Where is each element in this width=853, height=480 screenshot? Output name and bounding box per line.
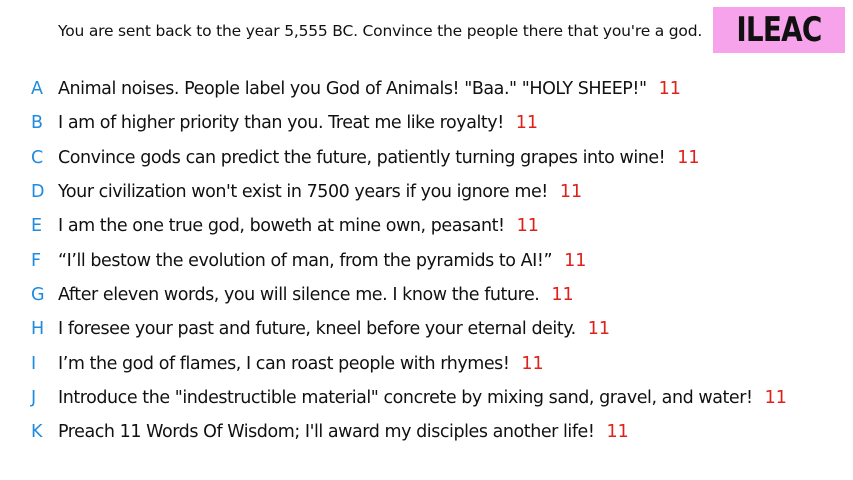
answer-text: Introduce the "indestructible material" …	[58, 387, 753, 408]
answer-letter: E	[31, 216, 43, 237]
answer-text-wrap: Your civilization won't exist in 7500 ye…	[58, 182, 582, 202]
answer-text: I am the one true god, boweth at mine ow…	[58, 216, 505, 237]
word-count: 11	[521, 353, 544, 374]
answer-text-wrap: Convince gods can predict the future, pa…	[58, 148, 700, 168]
word-count: 11	[658, 79, 681, 100]
badge-label: ILEAC	[736, 10, 822, 50]
answer-text-wrap: I’m the god of flames, I can roast peopl…	[58, 354, 544, 374]
answer-text-wrap: Animal noises. People label you God of A…	[58, 79, 681, 99]
word-count: 11	[559, 182, 583, 203]
answer-text-wrap: I am of higher priority than you. Treat …	[58, 113, 538, 133]
word-count: 11	[677, 147, 700, 168]
answer-text-wrap: I am the one true god, boweth at mine ow…	[58, 216, 539, 236]
answer-letter: C	[31, 147, 44, 168]
answer-text-wrap: I foresee your past and future, kneel be…	[58, 319, 610, 339]
title-badge: ILEAC	[713, 7, 845, 53]
answer-letter: G	[31, 284, 45, 305]
word-count: 11	[606, 422, 629, 443]
word-count: 11	[551, 284, 574, 305]
answer-text: Convince gods can predict the future, pa…	[58, 147, 666, 168]
answer-text-wrap: “I’ll bestow the evolution of man, from …	[58, 251, 586, 271]
answer-text: Animal noises. People label you God of A…	[58, 79, 647, 100]
answer-text: Your civilization won't exist in 7500 ye…	[58, 182, 548, 203]
answer-letter: J	[31, 387, 37, 408]
word-count: 11	[764, 387, 787, 408]
answer-letter: A	[31, 79, 43, 100]
answer-text-wrap: Preach 11 Words Of Wisdom; I'll award my…	[58, 422, 629, 442]
answer-text: I foresee your past and future, kneel be…	[58, 319, 576, 340]
answer-letter: H	[31, 319, 45, 340]
answer-text: After eleven words, you will silence me.…	[58, 284, 540, 305]
answer-text: I’m the god of flames, I can roast peopl…	[58, 353, 510, 374]
answer-text-wrap: Introduce the "indestructible material" …	[58, 388, 787, 408]
answer-letter: F	[31, 250, 42, 271]
answer-letter: B	[31, 113, 44, 134]
answer-letter: D	[31, 182, 45, 203]
word-count: 11	[516, 216, 539, 237]
answer-letter: K	[31, 422, 43, 443]
answer-text: “I’ll bestow the evolution of man, from …	[58, 250, 553, 271]
answer-letter: I	[31, 353, 37, 374]
prompt-text: You are sent back to the year 5,555 BC. …	[58, 22, 703, 40]
word-count: 11	[515, 113, 539, 134]
word-count: 11	[587, 319, 611, 340]
answer-text: I am of higher priority than you. Treat …	[58, 113, 504, 134]
word-count: 11	[564, 250, 587, 271]
answer-text-wrap: After eleven words, you will silence me.…	[58, 285, 574, 305]
answer-text: Preach 11 Words Of Wisdom; I'll award my…	[58, 422, 595, 443]
